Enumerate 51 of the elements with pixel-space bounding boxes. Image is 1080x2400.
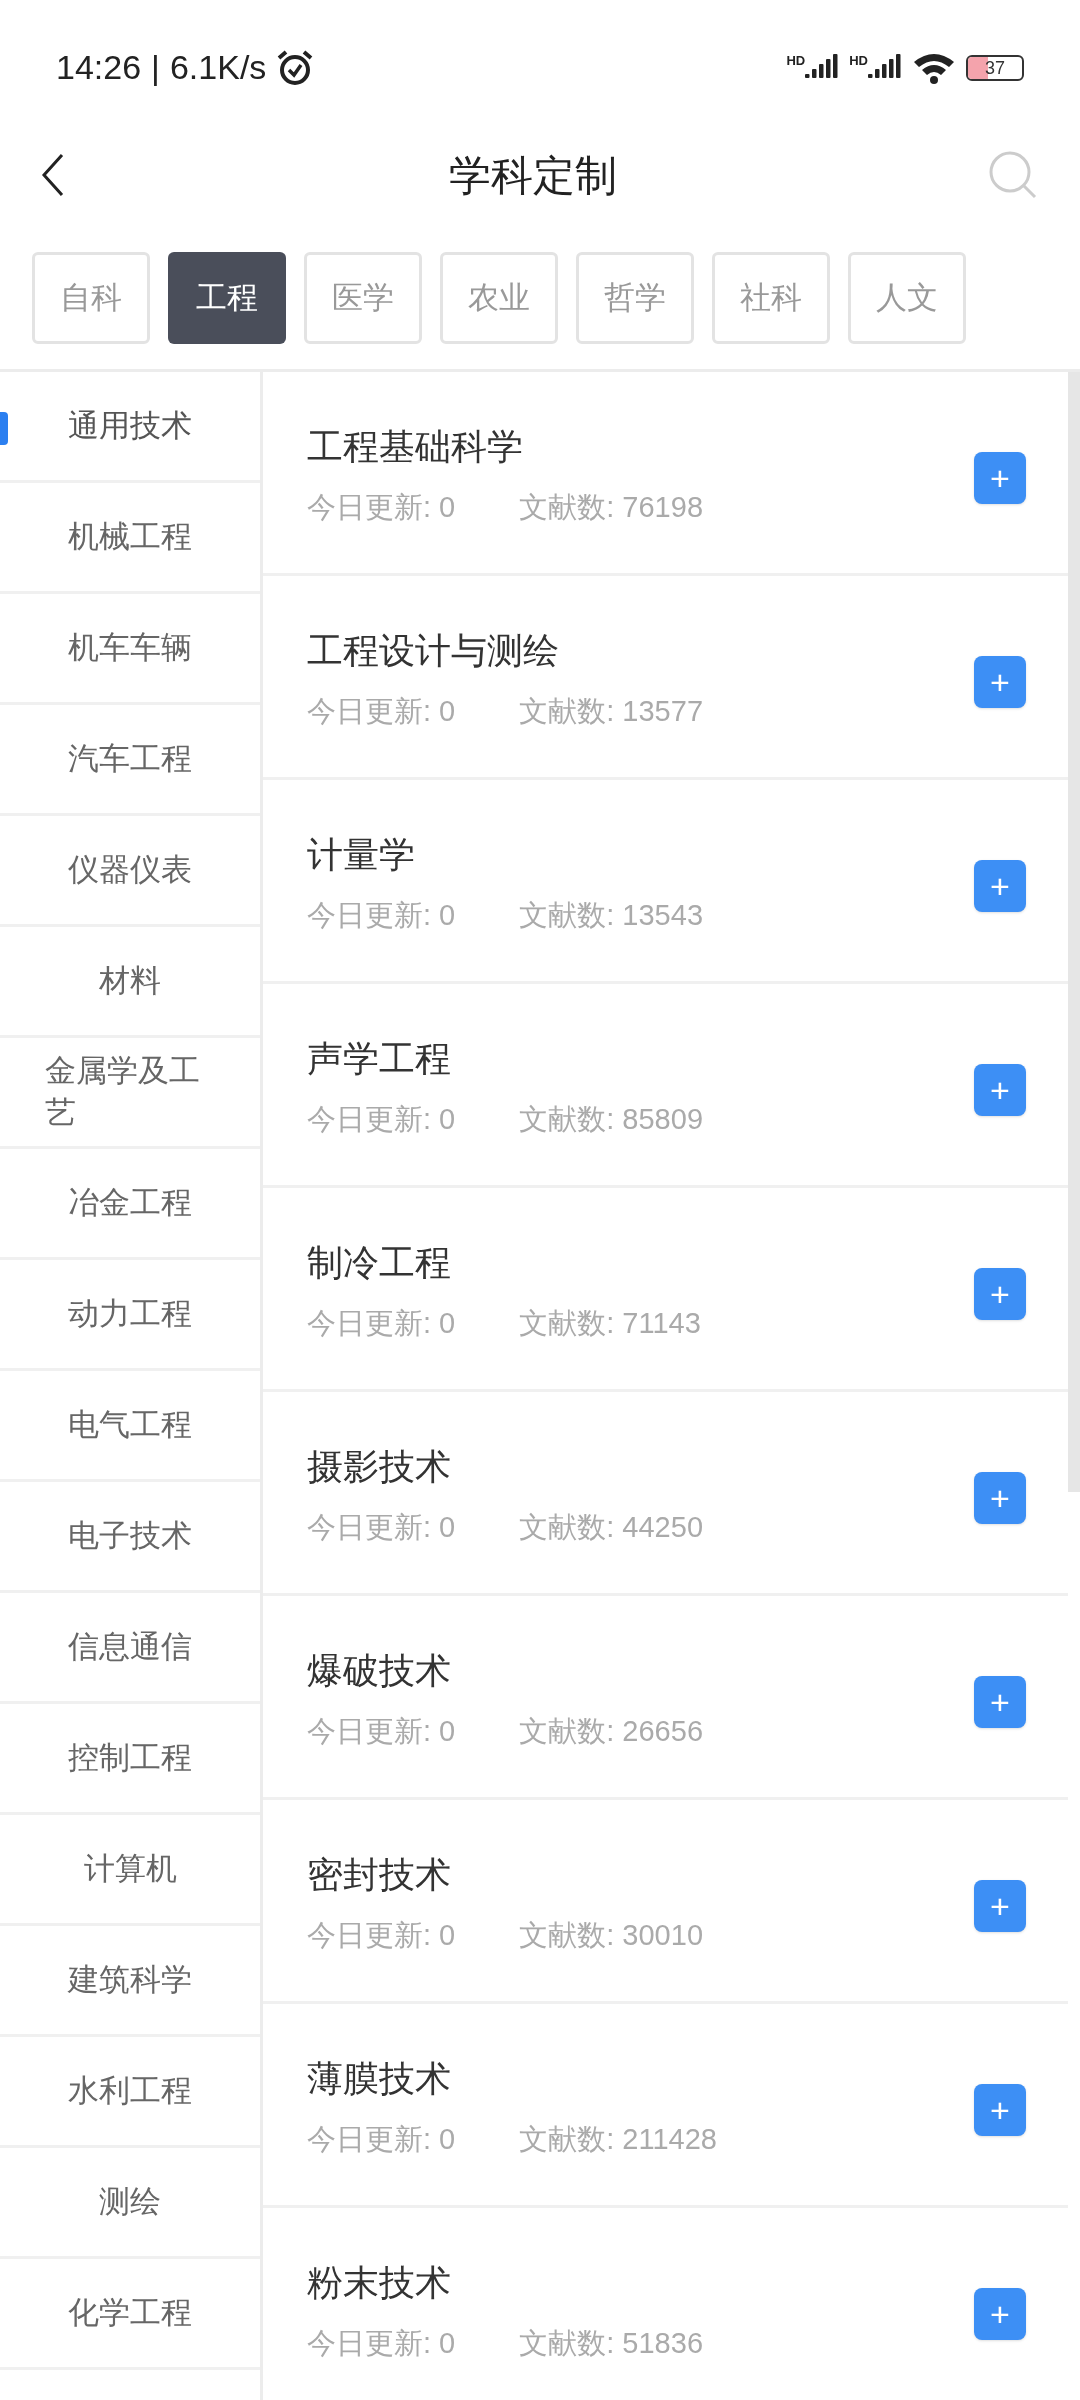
subject-title: 粉末技术 xyxy=(307,2260,452,2305)
subject-title: 密封技术 xyxy=(307,1852,452,1897)
battery-percent: 37 xyxy=(984,58,1006,77)
alarm-clock-icon xyxy=(276,49,315,86)
add-button[interactable]: + xyxy=(974,1471,1026,1524)
today-updates: 今日更新: 0 xyxy=(307,2325,456,2361)
document-count: 文献数: 76198 xyxy=(519,489,703,525)
add-button[interactable]: + xyxy=(974,2083,1026,2136)
document-count: 文献数: 51836 xyxy=(519,2325,703,2361)
document-count: 文献数: 211428 xyxy=(519,2121,717,2157)
wifi-icon xyxy=(912,51,956,84)
today-updates: 今日更新: 0 xyxy=(307,1305,456,1341)
document-count: 文献数: 13577 xyxy=(519,693,703,729)
add-button[interactable]: + xyxy=(974,655,1026,708)
subject-title: 计量学 xyxy=(307,832,416,877)
hd-label: HD xyxy=(849,53,868,67)
today-updates: 今日更新: 0 xyxy=(307,897,456,933)
document-count: 文献数: 26656 xyxy=(519,1713,703,1749)
today-updates: 今日更新: 0 xyxy=(307,693,456,729)
today-updates: 今日更新: 0 xyxy=(307,489,456,525)
subject-title: 薄膜技术 xyxy=(307,2056,452,2101)
status-time: 14:26 xyxy=(56,47,142,88)
subject-title: 工程基础科学 xyxy=(307,424,524,469)
add-button[interactable]: + xyxy=(974,1675,1026,1728)
document-count: 文献数: 71143 xyxy=(519,1305,701,1341)
today-updates: 今日更新: 0 xyxy=(307,1509,456,1545)
selected-indicator xyxy=(0,412,8,445)
subject-title: 摄影技术 xyxy=(307,1444,452,1489)
document-count: 文献数: 44250 xyxy=(519,1509,703,1545)
add-button[interactable]: + xyxy=(974,1879,1026,1932)
add-button[interactable]: + xyxy=(974,1063,1026,1116)
hd-label: HD xyxy=(786,53,806,67)
subject-tab[interactable]: 工程 xyxy=(168,252,286,344)
add-button[interactable]: + xyxy=(974,1267,1026,1320)
add-button[interactable]: + xyxy=(974,859,1026,912)
today-updates: 今日更新: 0 xyxy=(307,1101,456,1137)
document-count: 文献数: 13543 xyxy=(519,897,703,933)
document-count: 文献数: 85809 xyxy=(519,1101,703,1137)
today-updates: 今日更新: 0 xyxy=(307,1713,456,1749)
status-separator: | xyxy=(151,47,160,88)
subject-title: 声学工程 xyxy=(307,1036,452,1081)
add-button[interactable]: + xyxy=(974,2287,1026,2340)
page-title: 学科定制 xyxy=(449,150,617,201)
subject-title: 工程设计与测绘 xyxy=(307,628,560,673)
today-updates: 今日更新: 0 xyxy=(307,1917,456,1953)
network-speed: 6.1K/s xyxy=(169,47,267,88)
subject-title: 爆破技术 xyxy=(307,1648,452,1693)
today-updates: 今日更新: 0 xyxy=(307,2121,456,2157)
subject-title: 制冷工程 xyxy=(307,1240,452,1285)
add-button[interactable]: + xyxy=(974,451,1026,504)
document-count: 文献数: 30010 xyxy=(519,1917,703,1953)
